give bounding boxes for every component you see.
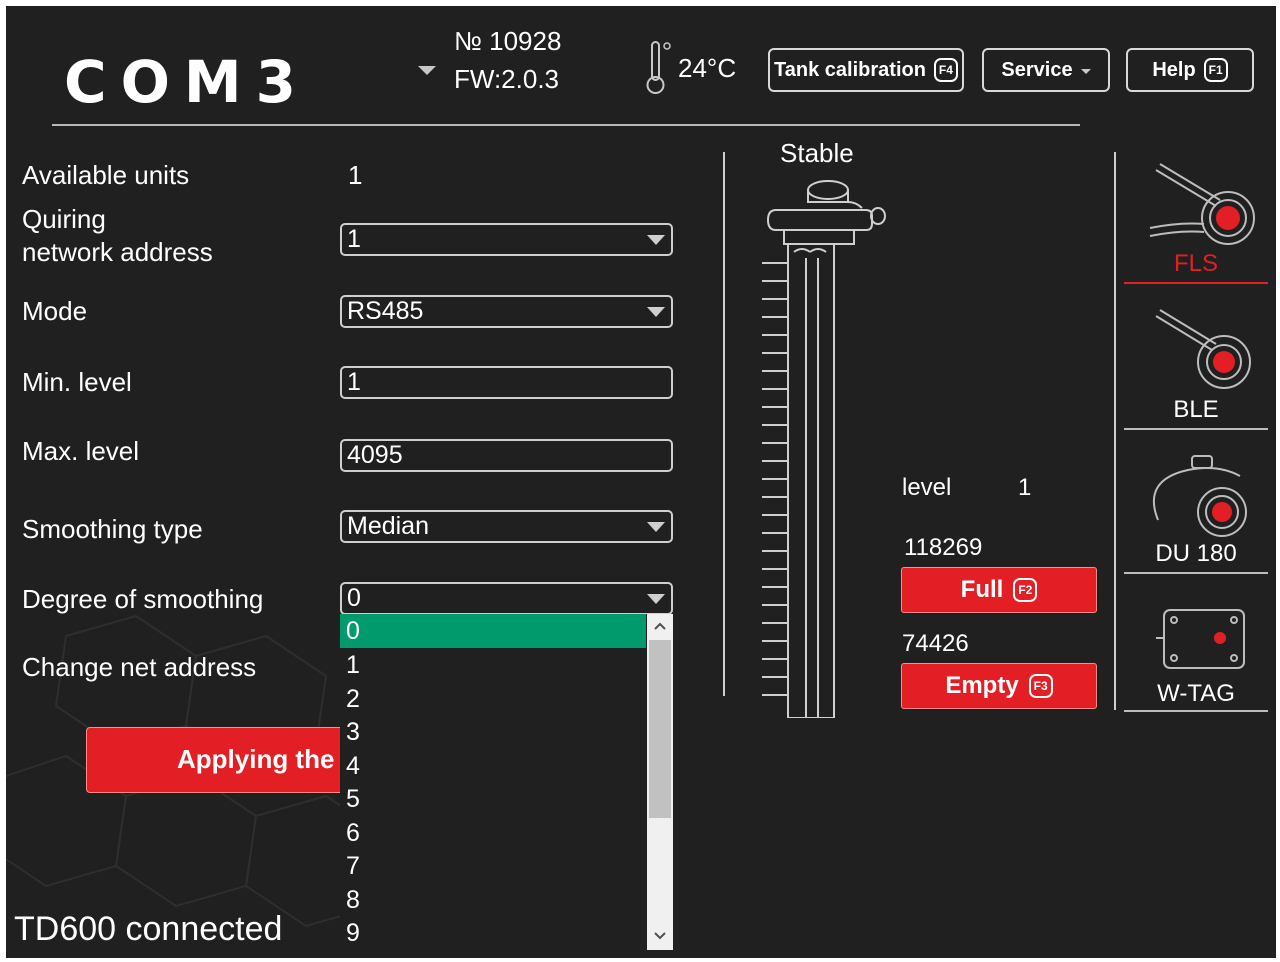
smoothing-type-label: Smoothing type [22,514,203,544]
f1-key-icon: F1 [1203,58,1228,82]
quiring-address-select[interactable]: 1 [340,223,673,256]
min-level-input[interactable]: 1 [340,366,673,399]
level-value: 1 [1018,474,1032,501]
max-level-label: Max. level [22,436,140,466]
smoothing-type-value: Median [347,512,429,540]
degree-of-smoothing-label: Degree of smoothing [22,584,264,614]
min-level-value: 1 [347,368,361,396]
f3-key-icon: F3 [1028,674,1053,698]
listbox-scrollbar[interactable] [647,614,673,950]
quiring-address-label-line1: Quiring [22,204,106,234]
sensor-status: Stable [780,138,854,168]
change-net-address-label: Change net address [22,652,257,682]
list-item[interactable]: 5 [340,782,646,816]
quiring-address-label-line2: network address [22,237,213,267]
app-logo: COM3 [64,48,310,116]
chevron-down-icon [647,594,665,604]
min-level-label: Min. level [22,367,132,397]
list-item[interactable]: 2 [340,682,646,716]
sensor-types-divider [1114,152,1116,710]
sensor-tab-du180[interactable]: DU 180 [1124,444,1268,574]
service-button[interactable]: Service [982,48,1110,92]
empty-button-label: Empty [945,672,1019,699]
f2-key-icon: F2 [1013,578,1038,602]
tab-underline [1124,572,1268,574]
active-tab-underline [1124,282,1268,284]
list-item[interactable]: 9 [340,916,646,950]
empty-value: 74426 [902,630,969,657]
sensor-tab-fls[interactable]: FLS [1124,156,1268,284]
chevron-down-icon [1080,69,1091,74]
du180-sensor-icon [1152,455,1247,537]
available-units-value: 1 [348,160,363,190]
app-window: COM3 № 10928 FW:2.0.3 24°C Tank calibrat… [6,6,1276,958]
mode-label: Mode [22,296,88,326]
mode-select[interactable]: RS485 [340,295,673,328]
chevron-up-icon[interactable] [654,622,666,630]
list-item[interactable]: 4 [340,749,646,783]
thermometer-icon [646,41,671,94]
wtag-sensor-icon [1156,609,1245,669]
scrollbar-thumb[interactable] [649,640,671,818]
list-item[interactable]: 8 [340,883,646,917]
f4-key-icon: F4 [933,58,958,82]
level-sensor-graphic [762,180,886,718]
list-item[interactable]: 3 [340,715,646,749]
chevron-down-icon [647,235,665,245]
tab-underline [1124,710,1268,712]
list-item[interactable]: 6 [340,816,646,850]
sensor-tab-wtag-label: W-TAG [1157,680,1235,707]
tank-calibration-button[interactable]: Tank calibration F4 [768,48,964,92]
tank-calibration-label: Tank calibration [774,58,926,81]
temperature-value: 24°C [678,53,737,83]
empty-button[interactable]: Empty F3 [901,663,1097,709]
sensor-tab-fls-label: FLS [1173,250,1218,277]
ble-sensor-icon [1155,309,1251,389]
chevron-down-icon [647,522,665,532]
tab-underline [1124,428,1268,430]
firmware-version: FW:2.0.3 [454,64,560,94]
help-label: Help [1152,58,1196,81]
chevron-down-icon [647,307,665,317]
sensor-tab-ble[interactable]: BLE [1124,302,1268,430]
full-button-label: Full [960,576,1004,603]
fls-sensor-icon [1149,163,1255,245]
list-item[interactable]: 7 [340,849,646,883]
max-level-value: 4095 [347,441,403,469]
help-button[interactable]: Help F1 [1126,48,1254,92]
full-value: 118269 [904,534,983,561]
device-number: № 10928 [454,26,562,56]
device-dropdown-arrow-icon[interactable] [418,66,436,75]
list-item[interactable]: 0 [340,614,646,648]
list-item[interactable]: 1 [340,648,646,682]
sensor-tab-ble-label: BLE [1173,396,1219,423]
level-label: level [902,474,952,501]
degree-of-smoothing-select[interactable]: 0 [340,582,673,615]
chevron-down-icon[interactable] [654,932,666,940]
quiring-address-value: 1 [347,225,361,253]
connection-status: TD600 connected [14,910,283,948]
degree-of-smoothing-listbox[interactable]: 0 1 2 3 4 5 6 7 8 9 [340,614,673,950]
degree-of-smoothing-value: 0 [347,584,361,612]
sensor-tab-du180-label: DU 180 [1155,540,1237,567]
available-units-label: Available units [22,160,190,190]
service-label: Service [1001,58,1073,81]
full-button[interactable]: Full F2 [901,567,1097,613]
header-divider [52,124,1080,126]
mode-value: RS485 [347,297,424,325]
smoothing-type-select[interactable]: Median [340,510,673,543]
sensor-tab-wtag[interactable]: W-TAG [1124,592,1268,712]
left-panel-divider [723,152,725,696]
max-level-input[interactable]: 4095 [340,439,673,472]
